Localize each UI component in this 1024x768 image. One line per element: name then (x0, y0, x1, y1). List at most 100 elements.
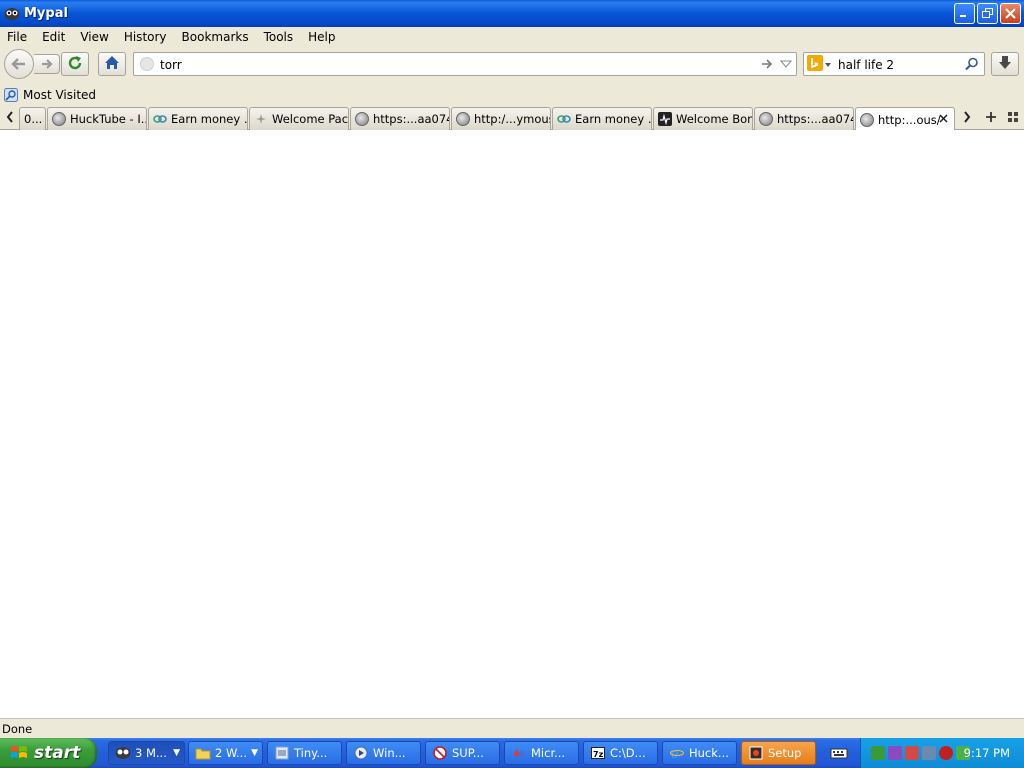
tab-label: HuckTube - I... (70, 112, 146, 126)
pulse-icon (658, 112, 672, 126)
tab-1[interactable]: HuckTube - I... (47, 107, 147, 130)
bookmark-most-visited[interactable]: Most Visited (4, 88, 96, 102)
task-label: C:\D... (610, 746, 646, 760)
navigation-toolbar (0, 46, 1024, 84)
tab-label: Earn money ... (171, 112, 247, 126)
system-tray: 9:17 PM (860, 738, 1024, 768)
new-tab-button[interactable] (982, 108, 1000, 128)
tab-label: http:...ous/ (878, 112, 941, 127)
tab-label: https:...aa074f (373, 112, 449, 126)
tab-4[interactable]: https:...aa074f (350, 107, 450, 130)
globe-icon (759, 112, 773, 126)
task-mypal-group[interactable]: 3 M... ▼ (108, 741, 185, 765)
blocked-icon (432, 745, 448, 761)
network-icon[interactable] (871, 746, 885, 760)
tab-label: 0... (24, 112, 43, 126)
chevron-down-icon: ▼ (173, 748, 180, 758)
home-button[interactable] (98, 52, 126, 76)
restore-button[interactable] (977, 3, 998, 24)
tab-5[interactable]: http:/...ymous/ (451, 107, 551, 130)
task-label: Setup (768, 746, 802, 760)
most-visited-label: Most Visited (23, 88, 97, 102)
tab-label: https:...aa074f (777, 112, 853, 126)
menu-tools[interactable]: Tools (257, 30, 302, 44)
tab-9-active[interactable]: http:...ous/ (855, 107, 955, 131)
globe-icon (52, 112, 66, 126)
plus-icon (985, 111, 997, 126)
tab-0[interactable]: 0... (19, 107, 46, 130)
tray-app-icon[interactable] (922, 746, 936, 760)
start-label: start (34, 743, 81, 763)
task-label: Micr... (531, 746, 566, 760)
task-label: 2 W... (215, 746, 247, 760)
status-bar: Done (0, 718, 1024, 738)
tab-8[interactable]: https:...aa074f (754, 107, 854, 130)
chain-link-icon (557, 112, 571, 126)
page-content[interactable] (0, 130, 1024, 718)
search-icon[interactable] (965, 57, 979, 74)
go-arrow-icon[interactable] (760, 57, 774, 74)
clock[interactable]: 9:17 PM (964, 746, 1010, 760)
tab-label: http:/...ymous/ (474, 112, 550, 126)
home-icon (104, 55, 120, 73)
task-win[interactable]: Win... (346, 741, 421, 765)
minimize-button[interactable] (954, 3, 975, 24)
forward-button[interactable] (34, 54, 60, 74)
download-arrow-icon (997, 55, 1013, 74)
search-engine-selector[interactable] (807, 55, 835, 73)
task-explorer-group[interactable]: 2 W... ▼ (188, 741, 263, 765)
window-title: Mypal (24, 6, 68, 21)
menu-file[interactable]: File (0, 30, 35, 44)
close-tab-icon[interactable] (939, 112, 948, 127)
scroll-tabs-left-button[interactable] (1, 108, 19, 128)
menu-history[interactable]: History (117, 30, 175, 44)
chevron-left-icon (6, 110, 14, 126)
folder-icon (195, 745, 211, 761)
scroll-tabs-right-button[interactable] (958, 108, 976, 128)
app-window-icon (274, 745, 290, 761)
menu-view[interactable]: View (73, 30, 116, 44)
shield-icon[interactable] (939, 746, 953, 760)
search-input[interactable] (838, 56, 958, 73)
tray-app-icon[interactable] (905, 746, 919, 760)
reload-icon (67, 55, 83, 74)
close-window-button[interactable] (1000, 3, 1021, 24)
task-7zip[interactable]: 7z C:\D... (583, 741, 658, 765)
mypal-icon (115, 745, 131, 761)
downloads-button[interactable] (991, 52, 1019, 76)
tab-label: Earn money ... (575, 112, 651, 126)
tab-7[interactable]: Welcome Bon... (653, 107, 753, 130)
tab-6[interactable]: Earn money ... (552, 107, 652, 130)
search-bar[interactable] (803, 52, 985, 76)
site-identity-icon (140, 57, 154, 71)
task-label: Tiny... (294, 746, 328, 760)
chevron-down-icon (823, 58, 833, 72)
start-button[interactable]: start (0, 738, 97, 768)
task-micr[interactable]: Micr... (504, 741, 579, 765)
back-button[interactable] (4, 49, 34, 79)
chain-link-icon (153, 112, 167, 126)
menu-help[interactable]: Help (301, 30, 343, 44)
url-input[interactable] (160, 56, 740, 73)
tab-2[interactable]: Earn money ... (148, 107, 248, 130)
reload-button[interactable] (61, 52, 89, 76)
chevron-right-icon (963, 110, 971, 126)
task-label: Win... (373, 746, 406, 760)
url-dropdown-icon[interactable] (779, 57, 793, 74)
tab-3[interactable]: Welcome Pac... (249, 107, 349, 130)
menu-bookmarks[interactable]: Bookmarks (175, 30, 257, 44)
svg-text:e: e (671, 747, 679, 760)
task-tiny[interactable]: Tiny... (267, 741, 342, 765)
address-bar[interactable] (133, 52, 797, 76)
task-sup[interactable]: SUP... (425, 741, 500, 765)
list-all-tabs-button[interactable] (1004, 108, 1022, 128)
globe-icon (860, 112, 874, 127)
task-setup[interactable]: Setup (741, 741, 816, 765)
internet-explorer-icon: e (669, 745, 685, 761)
task-huck[interactable]: e Huck... (662, 741, 737, 765)
menu-edit[interactable]: Edit (35, 30, 73, 44)
tray-app-icon[interactable] (888, 746, 902, 760)
keyboard-icon[interactable] (830, 745, 848, 761)
tab-label: Welcome Pac... (272, 112, 348, 126)
setup-icon (748, 745, 764, 761)
